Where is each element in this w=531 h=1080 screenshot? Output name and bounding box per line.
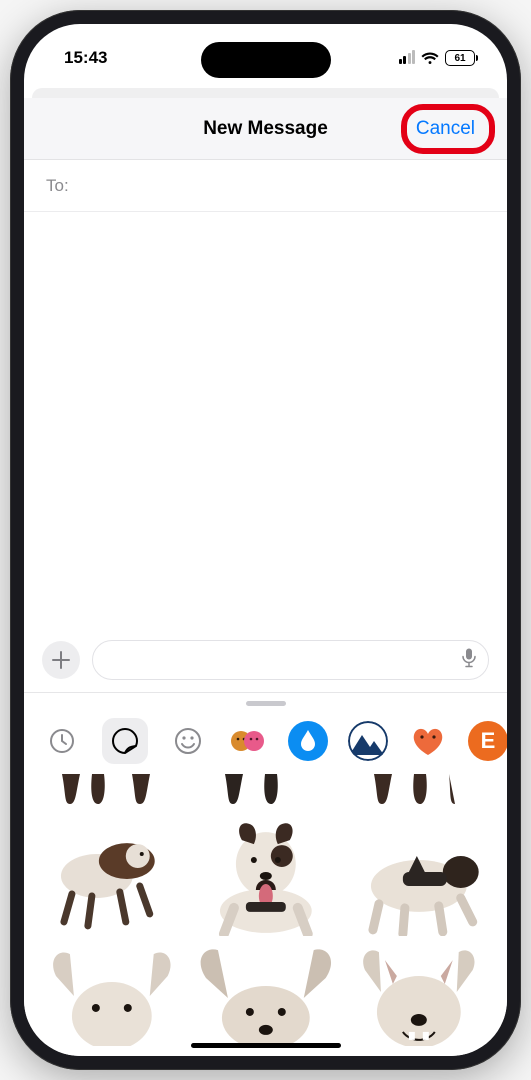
sticker-row-cropped — [24, 774, 507, 812]
memoji-app-button[interactable] — [168, 721, 208, 761]
mountain-icon — [348, 721, 388, 761]
dog-sticker-ears-2[interactable] — [196, 946, 336, 1046]
page-title: New Message — [203, 118, 328, 140]
sticker-grid — [24, 812, 507, 1056]
message-input[interactable] — [92, 640, 489, 680]
mountain-app-button[interactable] — [348, 721, 388, 761]
dog-sticker-tongue[interactable] — [196, 816, 336, 936]
etsy-e-label: E — [481, 728, 496, 754]
status-right: 61 — [399, 50, 476, 66]
dog-sticker-legs-3[interactable] — [359, 774, 479, 808]
dog-sticker-side[interactable] — [349, 816, 489, 936]
water-drop-icon — [298, 729, 318, 753]
drawer-grab-handle[interactable] — [246, 701, 286, 706]
heart-app-button[interactable] — [408, 721, 448, 761]
sticker-shape-icon — [110, 726, 140, 756]
wifi-icon — [421, 51, 439, 65]
to-field-row[interactable]: To: — [24, 160, 507, 212]
cancel-button[interactable]: Cancel — [406, 112, 485, 146]
dog-sticker-play[interactable] — [42, 816, 182, 936]
dog-sticker-face[interactable] — [349, 946, 489, 1046]
status-time: 15:43 — [64, 48, 107, 68]
dynamic-island — [201, 42, 331, 78]
dog-sticker-legs-1[interactable] — [52, 774, 172, 808]
smiley-icon — [173, 726, 203, 756]
cellular-signal-icon — [399, 52, 416, 64]
phone-frame: 15:43 61 New Message Cancel — [10, 10, 521, 1070]
dog-sticker-ears-1[interactable] — [42, 946, 182, 1046]
etsy-app-button[interactable]: E — [468, 721, 507, 761]
screen: 15:43 61 New Message Cancel — [24, 24, 507, 1056]
recent-app-button[interactable] — [42, 721, 82, 761]
home-indicator[interactable] — [191, 1043, 341, 1048]
compose-bar — [24, 632, 507, 692]
microphone-icon[interactable] — [462, 648, 476, 673]
clock-icon — [48, 727, 76, 755]
stickers-app-button[interactable] — [102, 718, 148, 764]
add-attachment-button[interactable] — [42, 641, 80, 679]
memoji-group-icon — [230, 726, 266, 756]
to-label: To: — [46, 176, 69, 196]
water-app-button[interactable] — [288, 721, 328, 761]
sticker-drawer: E — [24, 692, 507, 1056]
memoji-group-app-button[interactable] — [228, 721, 268, 761]
orange-heart-icon — [409, 725, 447, 757]
app-strip: E — [24, 712, 507, 774]
modal-header: New Message Cancel — [24, 98, 507, 160]
battery-level: 61 — [454, 53, 465, 64]
conversation-area — [24, 212, 507, 632]
battery-icon: 61 — [445, 50, 475, 66]
plus-icon — [52, 651, 70, 669]
sheet-stack-hint — [32, 88, 499, 98]
dog-sticker-legs-2[interactable] — [205, 774, 325, 808]
